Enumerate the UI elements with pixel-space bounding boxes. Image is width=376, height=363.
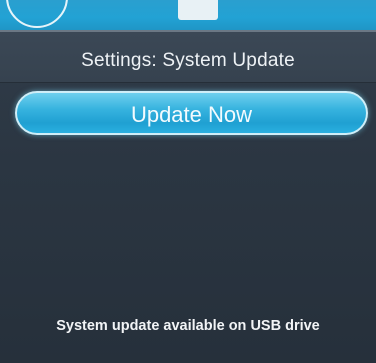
screen: Settings: System Update Update Now Syste… — [0, 0, 376, 363]
back-icon[interactable] — [6, 0, 68, 28]
title-bar: Settings: System Update — [0, 30, 376, 83]
home-indicator — [178, 0, 218, 20]
page-title: Settings: System Update — [81, 50, 295, 71]
status-message: System update available on USB drive — [56, 318, 320, 334]
update-now-label: Update Now — [130, 102, 253, 127]
top-bar — [0, 0, 376, 30]
update-now-button[interactable]: Update Now — [15, 91, 368, 135]
